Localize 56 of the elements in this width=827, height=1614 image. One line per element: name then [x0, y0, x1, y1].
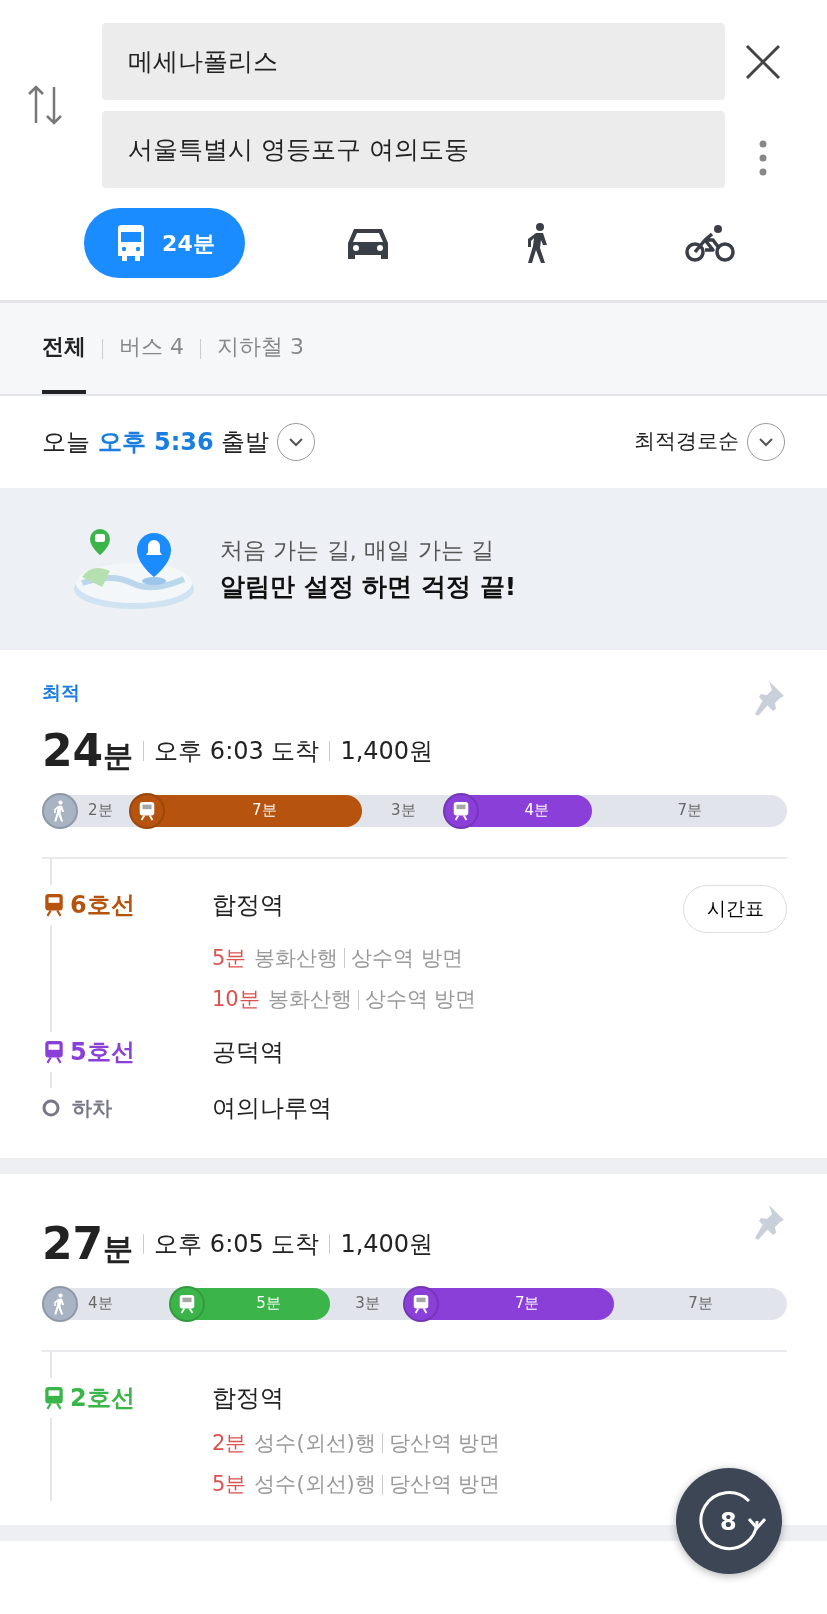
wait-time: 10분	[212, 986, 260, 1013]
direction: 당산역 방면	[388, 1471, 501, 1498]
walk-icon	[42, 1285, 78, 1322]
train-destination: 봉화산행	[254, 944, 339, 972]
wait-time: 2분	[212, 1429, 247, 1457]
route-duration: 27분	[42, 1221, 134, 1266]
train-destination: 성수(외선)행	[254, 1471, 376, 1498]
station-name: 합정역	[212, 1382, 284, 1414]
train-icon	[137, 800, 157, 821]
banner-title: 알림만 설정 하면 걱정 끝!	[220, 570, 517, 603]
route-tag: 최적	[42, 678, 434, 707]
station-name: 여의나루역	[212, 1092, 332, 1124]
close-icon[interactable]	[745, 44, 781, 80]
timetable-button[interactable]: 시간표	[683, 884, 787, 933]
arrival-time: 오후 6:05 도착	[154, 1228, 320, 1260]
chevron-down-icon	[288, 437, 305, 447]
segment-duration: 7분	[677, 800, 702, 822]
train-destination: 성수(외선)행	[254, 1429, 376, 1457]
alert-banner[interactable]: 처음 가는 길, 매일 가는 길 알림만 설정 하면 걱정 끝!	[0, 488, 827, 650]
line-name: 5호선	[70, 1036, 135, 1068]
direction: 상수역 방면	[364, 986, 477, 1013]
segment-duration: 3분	[355, 1293, 380, 1315]
bicycle-icon	[684, 224, 735, 262]
segment-duration: 3분	[391, 800, 416, 822]
segment-duration: 7분	[688, 1293, 713, 1315]
segment-duration: 2분	[88, 800, 113, 822]
fare: 1,400원	[340, 1228, 434, 1260]
direction: 당산역 방면	[388, 1429, 501, 1457]
arrival-time: 오후 6:03 도착	[154, 735, 320, 767]
banner-subtitle: 처음 가는 길, 매일 가는 길	[220, 536, 495, 565]
route-duration: 24분	[42, 728, 134, 773]
direction: 상수역 방면	[351, 944, 464, 972]
wait-time: 5분	[212, 944, 247, 972]
sort-label: 최적경로순	[634, 428, 739, 456]
destination-field[interactable]: 서울특별시 영등포구 여의도동	[102, 111, 725, 188]
train-destination: 봉화산행	[267, 986, 352, 1013]
line-name: 2호선	[70, 1382, 135, 1414]
station-name: 합정역	[212, 889, 284, 921]
wait-time: 5분	[212, 1471, 247, 1498]
line-name: 6호선	[70, 889, 135, 921]
segment-duration: 7분	[252, 800, 277, 822]
departure-time: 오늘 오후 5:36 출발	[42, 427, 270, 458]
chevron-down-icon	[758, 437, 774, 447]
segment-duration: 7분	[514, 1293, 540, 1315]
tab[interactable]: 전체	[42, 303, 86, 394]
segment-duration: 4분	[88, 1293, 113, 1315]
segment-duration: 5분	[256, 1293, 281, 1315]
station-name: 공덕역	[212, 1036, 284, 1068]
origin-field[interactable]: 메세나폴리스	[102, 23, 725, 100]
fare: 1,400원	[340, 735, 434, 767]
walk-icon	[42, 792, 78, 829]
refresh-count: 8	[720, 1507, 737, 1538]
exit-label: 하차	[72, 1094, 112, 1122]
refresh-button[interactable]: 8	[676, 1468, 782, 1574]
segment-duration: 4분	[524, 800, 549, 822]
more-options-icon[interactable]	[759, 140, 767, 176]
